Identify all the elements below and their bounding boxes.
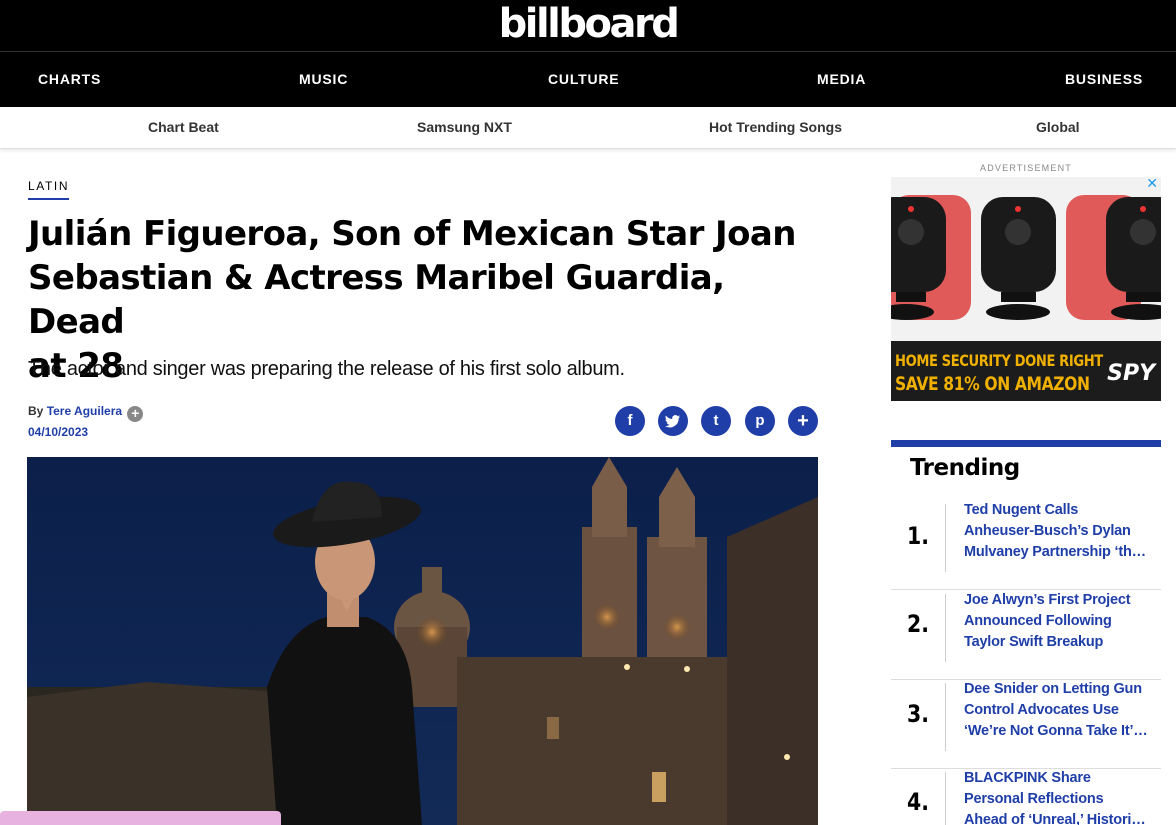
trending-divider — [945, 683, 946, 751]
ad-brand-logo: SPY — [1107, 361, 1155, 386]
facebook-icon[interactable]: f — [615, 406, 645, 436]
top-header: billboard — [0, 0, 1176, 52]
trending-title: Trending — [910, 455, 1020, 481]
trending-divider — [945, 772, 946, 825]
article-date: 04/10/2023 — [28, 425, 89, 439]
trending-headline[interactable]: Ted Nugent Calls Anheuser-Busch’s Dylan … — [964, 500, 1148, 564]
author-link[interactable]: Tere Aguilera — [47, 404, 122, 418]
headline-line: Sebastian & Actress Maribel Guardia, Dea… — [28, 258, 725, 342]
trending-divider — [945, 504, 946, 572]
trending-rank: 1. — [907, 522, 929, 550]
main-nav: CHARTS MUSIC CULTURE MEDIA BUSINESS — [0, 52, 1176, 107]
headline-line: Julián Figueroa, Son of Mexican Star Joa… — [28, 214, 796, 254]
twitter-bird-glyph — [665, 415, 680, 428]
pinterest-icon[interactable]: p — [745, 406, 775, 436]
trending-item[interactable]: 2. Joe Alwyn’s First Project Announced F… — [891, 590, 1161, 680]
subnav-global[interactable]: Global — [1036, 107, 1080, 147]
nav-media[interactable]: MEDIA — [817, 52, 866, 107]
trending-rank: 2. — [907, 610, 929, 638]
nav-culture[interactable]: CULTURE — [548, 52, 619, 107]
ad-text-banner: HOME SECURITY DONE RIGHT SAVE 81% ON AMA… — [891, 341, 1161, 401]
advertisement-banner[interactable]: ✕ HOME SECURITY DONE RIGHT SAVE 81% ON A… — [891, 177, 1161, 401]
subnav-hot-trending-songs[interactable]: Hot Trending Songs — [709, 107, 842, 147]
sub-nav: Chart Beat Samsung NXT Hot Trending Song… — [0, 107, 1176, 149]
bottom-sticky-bar[interactable] — [0, 811, 281, 825]
ad-close-icon[interactable]: ✕ — [1146, 177, 1158, 192]
trending-headline[interactable]: Joe Alwyn’s First Project Announced Foll… — [964, 590, 1148, 654]
trending-item[interactable]: 1. Ted Nugent Calls Anheuser-Busch’s Dyl… — [891, 500, 1161, 590]
subnav-chart-beat[interactable]: Chart Beat — [148, 107, 219, 147]
ad-line-2: SAVE 81% ON AMAZON — [895, 373, 1090, 395]
subnav-samsung-nxt[interactable]: Samsung NXT — [417, 107, 512, 147]
hero-image — [27, 457, 818, 825]
twitter-icon[interactable] — [658, 406, 688, 436]
hero-photo-illustration — [27, 457, 818, 825]
trending-accent-bar — [891, 440, 1161, 447]
ad-line-1: HOME SECURITY DONE RIGHT — [895, 351, 1103, 370]
trending-rank: 4. — [907, 788, 929, 816]
billboard-logo[interactable]: billboard — [0, 2, 1176, 46]
nav-charts[interactable]: CHARTS — [38, 52, 101, 107]
ad-camera-illustration — [891, 177, 1161, 341]
more-share-icon[interactable]: + — [788, 406, 818, 436]
article-category[interactable]: LATIN — [28, 179, 70, 200]
author-more-button[interactable]: + — [127, 406, 144, 422]
byline-prefix: By — [28, 404, 44, 418]
trending-headline[interactable]: BLACKPINK Share Personal Reflections Ahe… — [964, 768, 1148, 825]
trending-headline[interactable]: Dee Snider on Letting Gun Control Advoca… — [964, 679, 1148, 743]
trending-item[interactable]: 3. Dee Snider on Letting Gun Control Adv… — [891, 679, 1161, 769]
article-dek: The actor and singer was preparing the r… — [28, 358, 625, 380]
ad-label: ADVERTISEMENT — [980, 163, 1072, 173]
trending-item[interactable]: 4. BLACKPINK Share Personal Reflections … — [891, 768, 1161, 825]
nav-music[interactable]: MUSIC — [299, 52, 348, 107]
trending-rank: 3. — [907, 700, 929, 728]
byline: By Tere Aguilera + — [28, 404, 144, 422]
tumblr-icon[interactable]: t — [701, 406, 731, 436]
nav-business[interactable]: BUSINESS — [1065, 52, 1143, 107]
trending-divider — [945, 594, 946, 662]
